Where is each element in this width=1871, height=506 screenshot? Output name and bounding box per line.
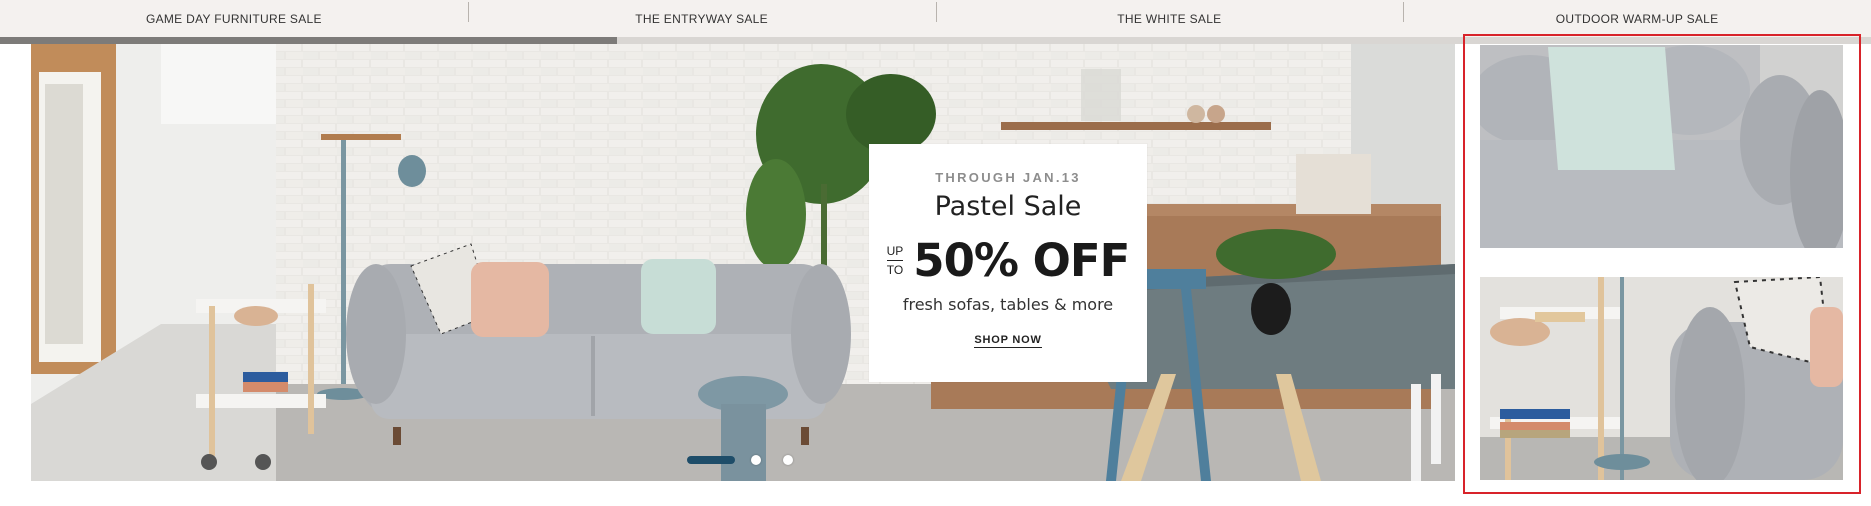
promo-card: THROUGH JAN.13 Pastel Sale UP TO 50% OFF…	[869, 144, 1147, 382]
carousel-dot[interactable]	[783, 455, 793, 465]
living-room-scene	[31, 44, 1455, 481]
shop-now-link[interactable]: SHOP NOW	[974, 334, 1042, 348]
carousel-dot-active[interactable]	[687, 456, 735, 464]
side-tile-bar-cart[interactable]	[1480, 277, 1843, 480]
carousel-dots	[687, 455, 815, 465]
promo-description: fresh sofas, tables & more	[902, 295, 1114, 314]
promo-title: Pastel Sale	[934, 191, 1082, 222]
carousel-dot[interactable]	[751, 455, 761, 465]
sofa-cushion-image	[1480, 45, 1843, 248]
sale-category-nav: GAME DAY FURNITURE SALE THE ENTRYWAY SAL…	[0, 0, 1871, 37]
bar-cart-image	[1480, 277, 1843, 480]
promo-to: TO	[886, 263, 904, 277]
tab-outdoor-warm-up-sale[interactable]: OUTDOOR WARM-UP SALE	[1403, 1, 1871, 26]
carousel-progress-fill	[0, 37, 618, 44]
tab-entryway-sale[interactable]: THE ENTRYWAY SALE	[467, 1, 936, 26]
promo-offer: UP TO 50% OFF	[869, 234, 1147, 287]
promo-date: THROUGH JAN.13	[935, 170, 1081, 185]
tab-white-sale[interactable]: THE WHITE SALE	[935, 1, 1404, 26]
highlighted-side-panel	[1463, 34, 1861, 494]
promo-up-to: UP TO	[886, 242, 904, 279]
tab-game-day-furniture-sale[interactable]: GAME DAY FURNITURE SALE	[0, 12, 468, 26]
promo-percent: 50% OFF	[913, 234, 1130, 287]
hero-banner-image[interactable]	[31, 44, 1455, 481]
side-tile-sofa-cushions[interactable]	[1480, 45, 1843, 248]
promo-up: UP	[886, 242, 904, 261]
